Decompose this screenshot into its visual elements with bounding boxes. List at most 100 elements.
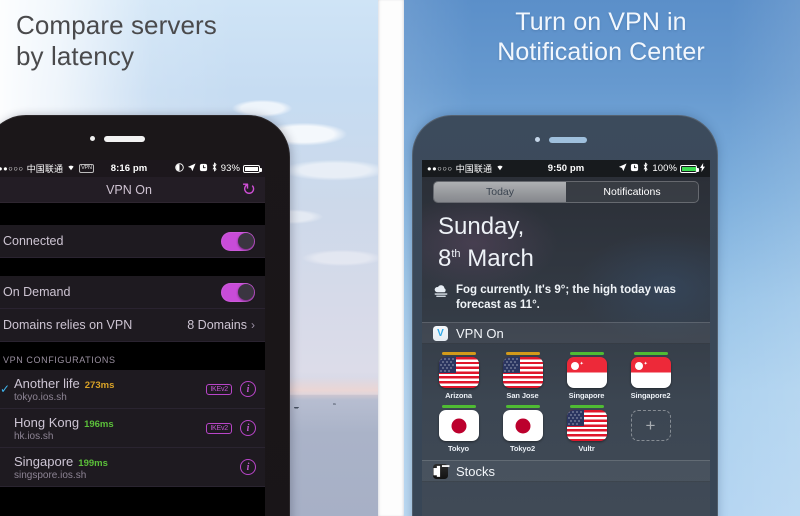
widget-title-vpn: VPN On xyxy=(456,325,504,341)
server-tile-label: Singapore xyxy=(568,391,605,400)
left-status-bar: ●●○○○ 中国联通 VPN 8:16 pm 93% xyxy=(0,160,265,177)
widget-title-stocks: Stocks xyxy=(456,463,496,479)
row-domains-label: Domains relies on VPN xyxy=(3,318,133,332)
vpn-server-grid: Arizona San Jose ✦ Singapore ✦ Singapore… xyxy=(422,344,710,460)
right-status-bar: ●●○○○ 中国联通 9:50 pm 100% xyxy=(422,160,710,177)
server-name: Another life xyxy=(14,375,80,391)
flag-sg-icon: ✦ xyxy=(566,357,607,388)
flag-jp-icon xyxy=(502,410,543,441)
on-demand-toggle[interactable] xyxy=(221,282,255,302)
left-headline: Compare servers by latency xyxy=(16,10,217,71)
add-server-button[interactable]: + xyxy=(630,410,671,441)
battery-icon xyxy=(243,164,263,173)
row-on-demand[interactable]: On Demand xyxy=(0,276,265,309)
left-panel: Compare servers by latency ●●○○○ 中国联通 VP… xyxy=(0,0,380,516)
list-spacer-top xyxy=(0,203,265,225)
connected-toggle[interactable] xyxy=(221,231,255,251)
info-icon[interactable]: i xyxy=(240,420,256,436)
battery-percent-label: 100% xyxy=(652,163,678,174)
front-camera-icon xyxy=(535,137,540,142)
server-latency: 273ms xyxy=(84,379,115,391)
nc-date-line2: 8th March xyxy=(438,240,694,273)
left-phone-screen: ●●○○○ 中国联通 VPN 8:16 pm 93% VPN On ↻ Conn… xyxy=(0,160,265,516)
info-icon[interactable]: i xyxy=(240,459,256,475)
server-latency: 199ms xyxy=(78,457,108,469)
app-navigation-bar: VPN On ↻ xyxy=(0,177,265,203)
alarm-icon xyxy=(630,163,639,175)
clock-label: 9:50 pm xyxy=(547,163,585,174)
nc-month: March xyxy=(467,245,534,272)
nc-date-block: Sunday, 8th March xyxy=(422,208,710,275)
add-server-cell[interactable]: + xyxy=(622,405,679,453)
left-phone-mockup: ●●○○○ 中国联通 VPN 8:16 pm 93% VPN On ↻ Conn… xyxy=(0,115,290,516)
right-phone-mockup: ●●○○○ 中国联通 9:50 pm 100% Today Notificati… xyxy=(412,115,718,516)
fog-icon xyxy=(433,285,449,303)
vpn-app-icon: V xyxy=(433,325,448,341)
server-latency: 196ms xyxy=(84,418,114,430)
location-arrow-icon xyxy=(618,163,627,175)
page-title: VPN On xyxy=(106,182,152,197)
server-tile-label: Vultr xyxy=(578,444,595,453)
signal-dots-icon: ●●○○○ xyxy=(0,164,24,173)
chevron-right-icon: › xyxy=(251,318,255,332)
section-header-vpn-configurations: VPN CONFIGURATIONS xyxy=(0,342,265,370)
bolt-icon xyxy=(700,162,706,175)
server-tile[interactable]: ✦ Singapore2 xyxy=(622,352,679,400)
signal-dots-icon: ●●○○○ xyxy=(427,164,453,173)
row-on-demand-label: On Demand xyxy=(3,285,71,299)
server-row[interactable]: Singapore 199ms singspore.ios.sh i xyxy=(0,448,265,487)
notification-center: Today Notifications Sunday, 8th March Fo… xyxy=(422,177,710,516)
refresh-icon[interactable]: ↻ xyxy=(242,181,256,198)
widget-header-vpn[interactable]: V VPN On xyxy=(422,322,710,344)
ping-indicator xyxy=(505,405,540,408)
panel-divider xyxy=(378,0,404,516)
tab-notifications[interactable]: Notifications xyxy=(566,182,698,202)
row-domains[interactable]: Domains relies on VPN 8 Domains › xyxy=(0,309,265,342)
ping-indicator xyxy=(569,352,604,355)
flag-us-icon xyxy=(566,410,607,441)
battery-icon xyxy=(680,164,700,173)
bluetooth-icon xyxy=(211,162,218,175)
server-host: tokyo.ios.sh xyxy=(14,391,67,403)
battery-percent-label: 93% xyxy=(220,163,241,174)
wifi-icon xyxy=(66,163,76,174)
server-tile-label: Singapore2 xyxy=(630,391,671,400)
phone-top-bezel xyxy=(0,115,290,160)
flag-sg-icon: ✦ xyxy=(630,357,671,388)
right-headline: Turn on VPN in Notification Center xyxy=(497,8,705,66)
server-row[interactable]: ✓ Another life 273ms tokyo.ios.sh IKEv2 … xyxy=(0,370,265,409)
earpiece-speaker xyxy=(549,137,587,143)
wifi-icon xyxy=(495,163,505,174)
bluetooth-icon xyxy=(642,162,649,175)
server-tile[interactable]: ✦ Singapore xyxy=(558,352,615,400)
info-icon[interactable]: i xyxy=(240,381,256,397)
vpn-server-grid-row: Tokyo Tokyo2 Vultr + xyxy=(430,403,702,456)
right-panel: Turn on VPN in Notification Center ●●○○○… xyxy=(402,0,800,516)
clock-label: 8:16 pm xyxy=(110,163,148,174)
row-domains-value: 8 Domains xyxy=(187,318,247,332)
nc-day-number: 8 xyxy=(438,245,452,272)
server-tile[interactable]: Tokyo2 xyxy=(494,405,551,453)
server-tile[interactable]: San Jose xyxy=(494,352,551,400)
nc-tabs: Today Notifications xyxy=(434,182,698,202)
server-host: singspore.ios.sh xyxy=(14,469,87,481)
right-phone-screen: ●●○○○ 中国联通 9:50 pm 100% Today Notificati… xyxy=(422,160,710,516)
server-tile[interactable]: Vultr xyxy=(558,405,615,453)
server-row[interactable]: Hong Kong 196ms hk.ios.sh IKEv2 i xyxy=(0,409,265,448)
server-tile[interactable]: Arizona xyxy=(430,352,487,400)
carrier-label: 中国联通 xyxy=(26,164,64,174)
nc-day-suffix: th xyxy=(451,248,461,260)
server-tile-label: Tokyo xyxy=(447,444,470,453)
protocol-badge xyxy=(226,466,232,468)
server-tile[interactable]: Tokyo xyxy=(430,405,487,453)
weather-text: Fog currently. It's 9°; the high today w… xyxy=(456,284,676,311)
flag-us-icon xyxy=(502,357,543,388)
screenshot-root: Compare servers by latency ●●○○○ 中国联通 VP… xyxy=(0,0,800,516)
server-name: Singapore xyxy=(14,453,74,469)
row-connected[interactable]: Connected xyxy=(0,225,265,258)
widget-header-stocks[interactable]: ▮▌▔ Stocks xyxy=(422,460,710,482)
earpiece-speaker xyxy=(104,136,145,142)
tab-today[interactable]: Today xyxy=(434,182,566,202)
moon-icon xyxy=(174,163,184,175)
protocol-badge: IKEv2 xyxy=(206,422,232,434)
